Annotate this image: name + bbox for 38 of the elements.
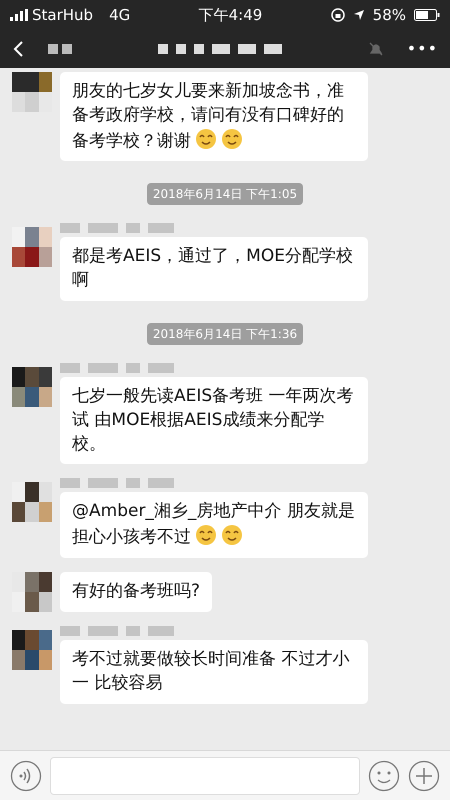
mute-icon bbox=[368, 42, 383, 56]
timestamp: 2018年6月14日 下午1:05 bbox=[146, 183, 304, 206]
avatar bbox=[12, 482, 52, 522]
message-bubble: 考不过就要做较长时间准备 不过才小一 比较容易 bbox=[60, 640, 368, 704]
avatar bbox=[12, 72, 52, 112]
battery-icon bbox=[414, 9, 440, 21]
message-bubble: 都是考AEIS，通过了，MOE分配学校啊 bbox=[60, 237, 368, 301]
message-input[interactable] bbox=[50, 756, 360, 794]
add-button[interactable] bbox=[408, 760, 440, 792]
signal-icon bbox=[10, 9, 28, 21]
emoji-icon bbox=[221, 128, 243, 150]
message-bubble: 朋友的七岁女儿要来新加坡念书，准备考政府学校，请问有没有口碑好的备考学校？谢谢 bbox=[60, 72, 368, 162]
more-button[interactable]: ••• bbox=[406, 37, 438, 61]
voice-button[interactable] bbox=[10, 760, 42, 792]
carrier-name: StarHub bbox=[32, 4, 94, 26]
voice-icon bbox=[10, 760, 42, 792]
emoji-icon bbox=[221, 524, 243, 546]
avatar bbox=[12, 227, 52, 268]
emoji-icon bbox=[195, 128, 217, 150]
smiley-icon bbox=[368, 760, 400, 792]
rotation-lock-icon bbox=[330, 8, 345, 22]
location-icon bbox=[352, 9, 365, 21]
back-button[interactable] bbox=[12, 40, 24, 58]
back-icon bbox=[12, 40, 24, 58]
avatar bbox=[12, 366, 52, 407]
message-bubble: @Amber_湘乡_房地产中介 朋友就是担心小孩考不过 bbox=[60, 492, 368, 558]
chat-title-pixelated bbox=[48, 44, 72, 54]
avatar bbox=[12, 572, 52, 612]
emoji-icon bbox=[195, 524, 217, 546]
emoji-button[interactable] bbox=[368, 760, 400, 792]
clock: 下午4:49 bbox=[198, 4, 262, 26]
message-bubble: 有好的备考班吗? bbox=[60, 572, 212, 612]
message-bubble: 七岁一般先读AEIS备考班 一年两次考试 由MOE根据AEIS成绩来分配学校。 bbox=[60, 376, 368, 464]
network-type: 4G bbox=[109, 4, 130, 26]
battery-percent: 58% bbox=[372, 4, 406, 26]
avatar bbox=[12, 630, 52, 670]
plus-icon bbox=[408, 760, 440, 792]
timestamp: 2018年6月14日 下午1:36 bbox=[146, 322, 304, 345]
